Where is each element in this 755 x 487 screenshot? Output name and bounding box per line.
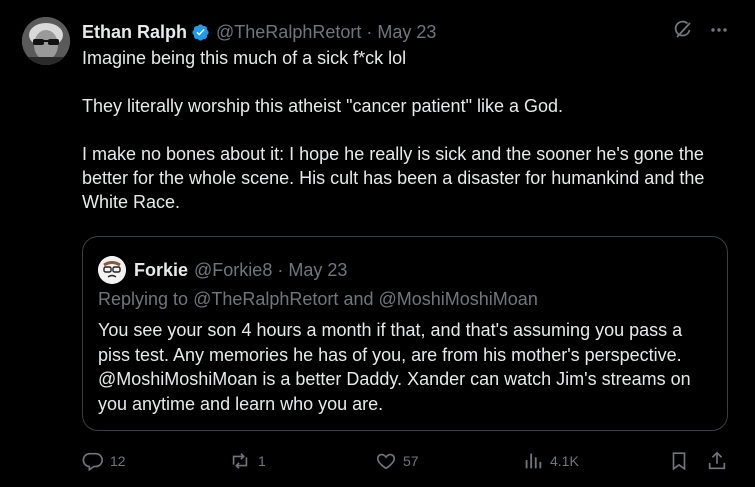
grok-icon[interactable] <box>673 20 693 45</box>
repost-button[interactable]: 1 <box>228 448 266 474</box>
replying-to-label: Replying to <box>98 289 189 309</box>
reply-icon <box>82 450 104 472</box>
quoted-author-name[interactable]: Forkie <box>134 260 188 281</box>
tweet-date[interactable]: May 23 <box>377 22 436 43</box>
tweet-text: Imagine being this much of a sick f*ck l… <box>82 46 732 214</box>
quoted-author-avatar[interactable] <box>98 256 126 284</box>
action-bar: 12 1 57 4.1K <box>82 448 732 474</box>
separator-dot: · <box>366 21 373 42</box>
bookmark-button[interactable] <box>668 448 690 474</box>
quoted-tweet-text: You see your son 4 hours a month if that… <box>98 320 691 414</box>
tweet-paragraph: Imagine being this much of a sick f*ck l… <box>82 48 407 68</box>
replying-to: Replying to @TheRalphRetort and @MoshiMo… <box>98 289 538 310</box>
tweet-header: Ethan Ralph @TheRalphRetort · May 23 <box>82 20 735 44</box>
share-icon <box>706 450 728 472</box>
reply-button[interactable]: 12 <box>82 448 126 474</box>
views-button[interactable]: 4.1K <box>522 448 579 474</box>
repost-icon <box>228 450 252 472</box>
heart-icon <box>375 450 397 472</box>
tweet[interactable]: Ethan Ralph @TheRalphRetort · May 23 Ima… <box>0 0 755 487</box>
author-handle[interactable]: @TheRalphRetort <box>216 22 361 43</box>
quoted-tweet-header: Forkie @Forkie8 · May 23 <box>98 256 347 284</box>
share-button[interactable] <box>706 448 728 474</box>
tweet-paragraph: I make no bones about it: I hope he real… <box>82 144 705 212</box>
more-icon[interactable] <box>709 20 729 45</box>
like-button[interactable]: 57 <box>375 448 419 474</box>
like-count: 57 <box>403 453 419 469</box>
reply-mention-link[interactable]: @TheRalphRetort <box>193 289 338 309</box>
reply-mention-link[interactable]: @MoshiMoshiMoan <box>379 289 538 309</box>
replying-to-and: and <box>343 289 374 309</box>
repost-count: 1 <box>258 453 266 469</box>
verified-badge-icon <box>191 23 210 42</box>
bookmark-icon <box>668 450 690 472</box>
quoted-tweet-date[interactable]: May 23 <box>288 260 347 281</box>
tweet-paragraph: They literally worship this atheist "can… <box>82 96 563 116</box>
views-count: 4.1K <box>550 453 579 469</box>
views-icon <box>522 450 544 472</box>
quoted-author-handle[interactable]: @Forkie8 <box>194 260 272 281</box>
quoted-tweet[interactable]: Forkie @Forkie8 · May 23 Replying to @Th… <box>82 236 728 431</box>
reply-count: 12 <box>110 453 126 469</box>
author-name[interactable]: Ethan Ralph <box>82 22 187 43</box>
separator-dot: · <box>277 259 284 280</box>
author-avatar[interactable] <box>22 17 70 65</box>
